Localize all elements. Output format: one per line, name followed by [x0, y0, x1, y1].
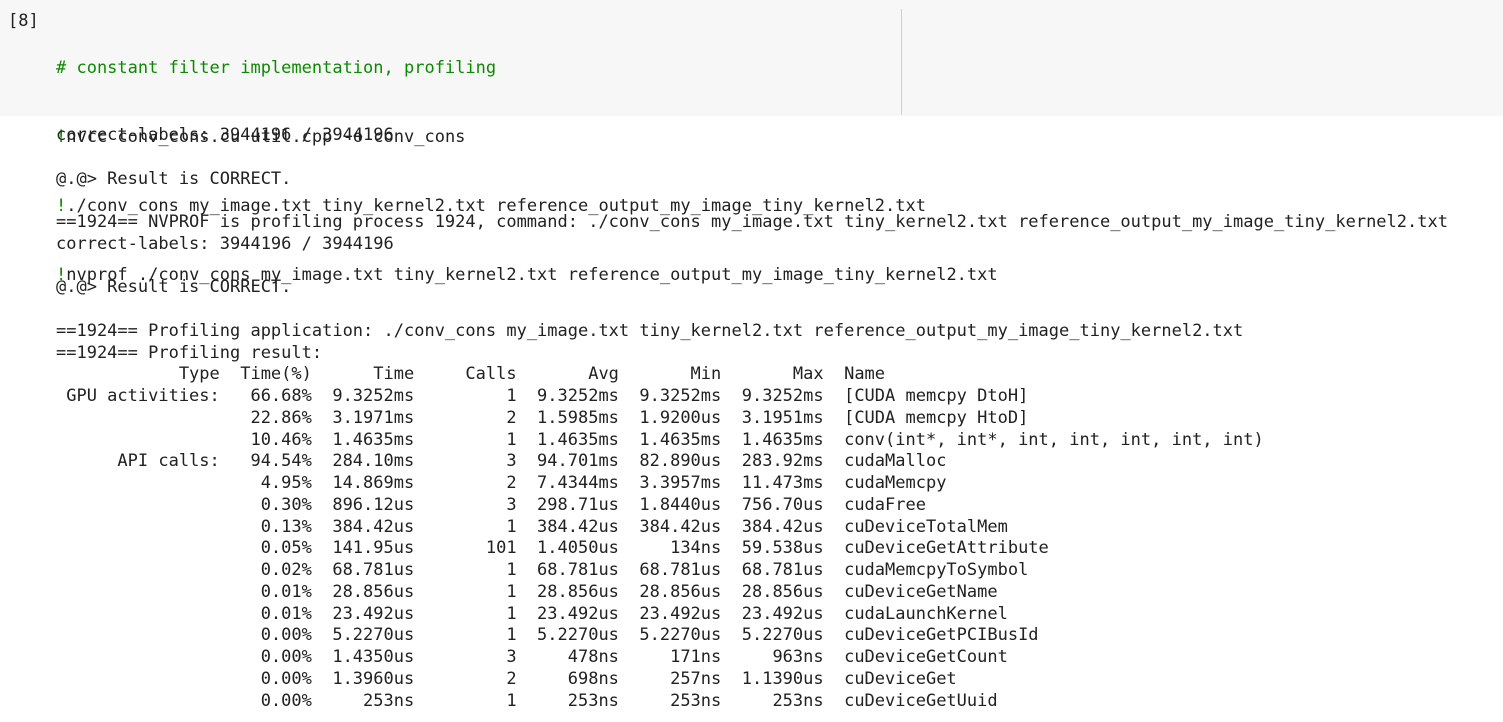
code-line: # constant filter implementation, profil… [56, 57, 998, 80]
output-line: 0.00% 1.3960us 2 698ns 257ns 1.1390us cu… [56, 668, 957, 689]
output-line: Type Time(%) Time Calls Avg Min Max Name [56, 364, 886, 385]
output-line: ==1924== Profiling application: ./conv_c… [56, 320, 1244, 341]
code-cell-input[interactable]: [8] # constant filter implementation, pr… [0, 0, 1503, 285]
output-line: correct-labels: 3944196 / 3944196 [56, 233, 394, 254]
output-line: 0.00% 5.2270us 1 5.2270us 5.2270us 5.227… [56, 625, 1039, 646]
output-line: 0.13% 384.42us 1 384.42us 384.42us 384.4… [56, 516, 1008, 537]
output-line: @.@> Result is CORRECT. [56, 277, 292, 298]
editor-ruler [901, 9, 902, 115]
output-line: 0.00% 1.4350us 3 478ns 171ns 963ns cuDev… [56, 647, 1008, 667]
output-line: @.@> Result is CORRECT. [56, 168, 292, 189]
output-line: 10.46% 1.4635ms 1 1.4635ms 1.4635ms 1.46… [56, 429, 1264, 450]
output-line: 22.86% 3.1971ms 2 1.5985ms 1.9200us 3.19… [56, 407, 1029, 428]
output-line: correct-labels: 3944196 / 3944196 [56, 125, 394, 145]
output-line: 0.05% 141.95us 101 1.4050us 134ns 59.538… [56, 538, 1049, 559]
output-line: 0.01% 23.492us 1 23.492us 23.492us 23.49… [56, 603, 1008, 624]
execution-count: [8] [8, 11, 39, 31]
output-line: 0.01% 28.856us 1 28.856us 28.856us 28.85… [56, 581, 998, 602]
output-line: API calls: 94.54% 284.10ms 3 94.701ms 82… [56, 451, 947, 472]
output-line: 0.00% 253ns 1 253ns 253ns 253ns cuDevice… [56, 690, 998, 711]
output-line: GPU activities: 66.68% 9.3252ms 1 9.3252… [56, 386, 1029, 406]
cell-output: correct-labels: 3944196 / 3944196 @.@> Re… [56, 125, 1448, 712]
code-comment: # constant filter implementation, profil… [56, 58, 497, 78]
output-line: ==1924== NVPROF is profiling process 192… [56, 212, 1448, 232]
output-line: ==1924== Profiling result: [56, 342, 323, 363]
output-line: 0.02% 68.781us 1 68.781us 68.781us 68.78… [56, 560, 1029, 580]
output-line: 0.30% 896.12us 3 298.71us 1.8440us 756.7… [56, 494, 926, 515]
output-line: 4.95% 14.869ms 2 7.4344ms 3.3957ms 11.47… [56, 473, 947, 493]
